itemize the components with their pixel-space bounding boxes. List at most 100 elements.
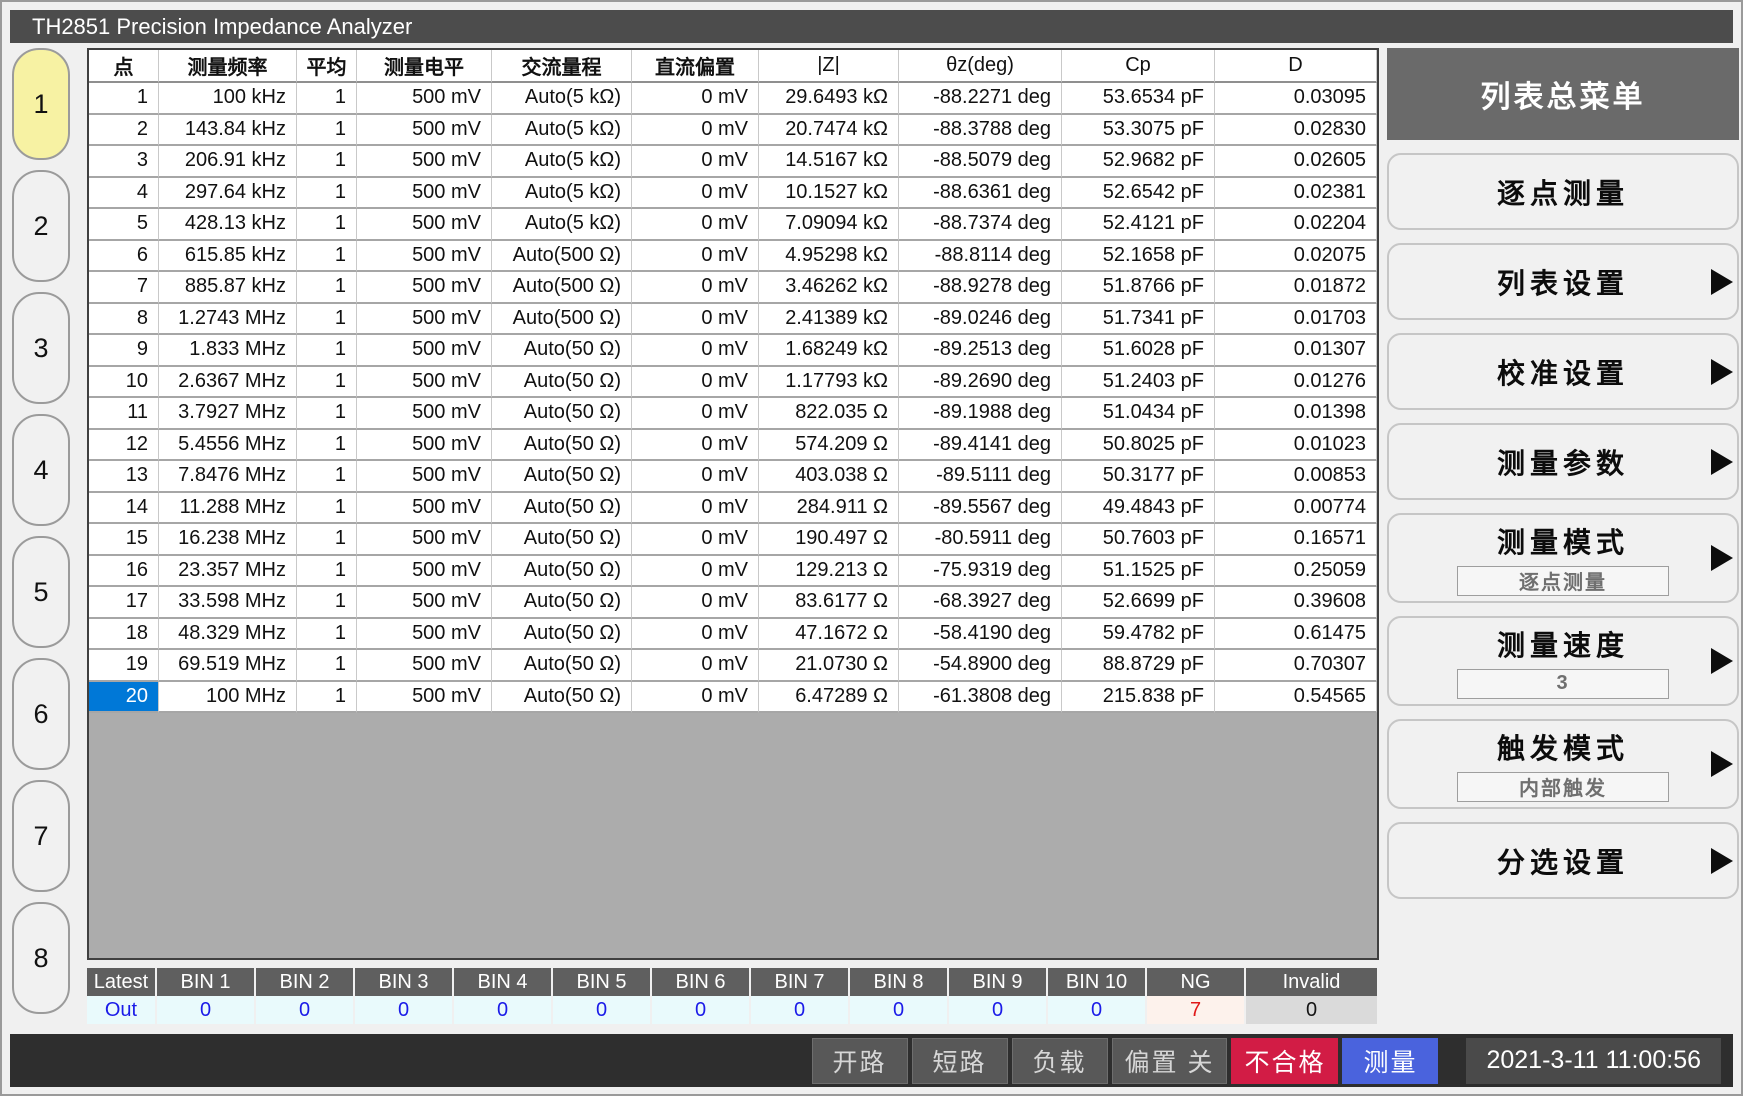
menu-item-calibration-setup[interactable]: 校准设置 [1387,333,1739,410]
menu-item-list-setup[interactable]: 列表设置 [1387,243,1739,320]
menu-item-measure-speed[interactable]: 测量速度3 [1387,616,1739,706]
submenu-arrow-icon [1711,848,1733,874]
menu-item-trigger-mode[interactable]: 触发模式内部触发 [1387,719,1739,809]
page-tab-6[interactable]: 6 [12,658,70,770]
table-row[interactable]: 2143.84 kHz1500 mVAuto(5 kΩ)0 mV20.7474 … [89,115,1377,147]
cell-cp: 53.6534 pF [1062,83,1215,115]
menu-item-label: 测量参数 [1497,442,1629,482]
column-header-dc-bias: 直流偏置 [632,50,759,83]
clock: 2021-3-11 11:00:56 [1466,1038,1721,1084]
title-bar: TH2851 Precision Impedance Analyzer [10,10,1733,43]
cell-z-magnitude: 6.47289 Ω [759,682,899,714]
menu-item-measure-mode[interactable]: 测量模式逐点测量 [1387,513,1739,603]
table-row[interactable]: 20100 MHz1500 mVAuto(50 Ω)0 mV6.47289 Ω-… [89,682,1377,714]
cell-point: 17 [89,587,159,619]
cell-frequency: 428.13 kHz [159,209,297,241]
cell-dc-bias: 0 mV [632,83,759,115]
open-circuit-button[interactable]: 开路 [812,1038,908,1084]
menu-item-sorting-setup[interactable]: 分选设置 [1387,822,1739,899]
table-row[interactable]: 102.6367 MHz1500 mVAuto(50 Ω)0 mV1.17793… [89,367,1377,399]
cell-average: 1 [297,146,357,178]
menu-item-label: 分选设置 [1497,841,1629,881]
cell-d: 0.54565 [1215,682,1377,714]
table-row[interactable]: 1516.238 MHz1500 mVAuto(50 Ω)0 mV190.497… [89,524,1377,556]
cell-z-magnitude: 20.7474 kΩ [759,115,899,147]
short-circuit-button[interactable]: 短路 [912,1038,1008,1084]
cell-d: 0.01703 [1215,304,1377,336]
table-row[interactable]: 6615.85 kHz1500 mVAuto(500 Ω)0 mV4.95298… [89,241,1377,273]
cell-average: 1 [297,524,357,556]
cell-frequency: 11.288 MHz [159,493,297,525]
table-row[interactable]: 1623.357 MHz1500 mVAuto(50 Ω)0 mV129.213… [89,556,1377,588]
cell-frequency: 1.2743 MHz [159,304,297,336]
table-row[interactable]: 1411.288 MHz1500 mVAuto(50 Ω)0 mV284.911… [89,493,1377,525]
cell-average: 1 [297,178,357,210]
table-row[interactable]: 1100 kHz1500 mVAuto(5 kΩ)0 mV29.6493 kΩ-… [89,83,1377,115]
cell-d: 0.01276 [1215,367,1377,399]
cell-dc-bias: 0 mV [632,650,759,682]
menu-item-label: 测量速度 [1497,624,1629,664]
column-header-ac-range: 交流量程 [492,50,632,83]
cell-average: 1 [297,398,357,430]
bias-button[interactable]: 偏置 关 [1112,1038,1228,1084]
cell-d: 0.02605 [1215,146,1377,178]
page-tab-4[interactable]: 4 [12,414,70,526]
bin-count-9: 0 [949,996,1048,1024]
cell-d: 0.16571 [1215,524,1377,556]
cell-dc-bias: 0 mV [632,209,759,241]
table-body: 1100 kHz1500 mVAuto(5 kΩ)0 mV29.6493 kΩ-… [89,83,1377,713]
bin-count-2: 0 [256,996,355,1024]
menu-item-measure-parameters[interactable]: 测量参数 [1387,423,1739,500]
bin-count-8: 0 [850,996,949,1024]
cell-point: 8 [89,304,159,336]
cell-average: 1 [297,430,357,462]
cell-level: 500 mV [357,83,492,115]
page-tab-7[interactable]: 7 [12,780,70,892]
cell-frequency: 615.85 kHz [159,241,297,273]
cell-point: 11 [89,398,159,430]
table-row[interactable]: 81.2743 MHz1500 mVAuto(500 Ω)0 mV2.41389… [89,304,1377,336]
menu-item-label: 逐点测量 [1497,172,1629,212]
table-row[interactable]: 5428.13 kHz1500 mVAuto(5 kΩ)0 mV7.09094 … [89,209,1377,241]
page-tab-8[interactable]: 8 [12,902,70,1014]
cell-d: 0.70307 [1215,650,1377,682]
cell-z-magnitude: 1.17793 kΩ [759,367,899,399]
cell-theta-z: -58.4190 deg [899,619,1062,651]
page-tab-3[interactable]: 3 [12,292,70,404]
cell-cp: 51.0434 pF [1062,398,1215,430]
cell-d: 0.00774 [1215,493,1377,525]
cell-ac-range: Auto(50 Ω) [492,682,632,714]
page-tab-5[interactable]: 5 [12,536,70,648]
cell-theta-z: -75.9319 deg [899,556,1062,588]
menu-item-value: 逐点测量 [1457,566,1669,596]
bin-count-3: 0 [355,996,454,1024]
table-row[interactable]: 113.7927 MHz1500 mVAuto(50 Ω)0 mV822.035… [89,398,1377,430]
cell-cp: 52.9682 pF [1062,146,1215,178]
cell-theta-z: -89.4141 deg [899,430,1062,462]
cell-level: 500 mV [357,461,492,493]
menu-title: 列表总菜单 [1387,48,1739,140]
table-row[interactable]: 7885.87 kHz1500 mVAuto(500 Ω)0 mV3.46262… [89,272,1377,304]
table-row[interactable]: 1969.519 MHz1500 mVAuto(50 Ω)0 mV21.0730… [89,650,1377,682]
table-row[interactable]: 1848.329 MHz1500 mVAuto(50 Ω)0 mV47.1672… [89,619,1377,651]
load-button[interactable]: 负载 [1012,1038,1108,1084]
bin-label-7: BIN 7 [751,968,850,996]
measure-status-button[interactable]: 测量 [1342,1038,1438,1084]
side-menu: 列表总菜单 逐点测量列表设置校准设置测量参数测量模式逐点测量测量速度3触发模式内… [1387,48,1739,899]
page-tab-2[interactable]: 2 [12,170,70,282]
column-header-average: 平均 [297,50,357,83]
menu-item-single-point-measure[interactable]: 逐点测量 [1387,153,1739,230]
page-tab-1[interactable]: 1 [12,48,70,160]
ng-status-button[interactable]: 不合格 [1231,1038,1338,1084]
table-row[interactable]: 3206.91 kHz1500 mVAuto(5 kΩ)0 mV14.5167 … [89,146,1377,178]
cell-ac-range: Auto(5 kΩ) [492,83,632,115]
cell-d: 0.02075 [1215,241,1377,273]
table-row[interactable]: 1733.598 MHz1500 mVAuto(50 Ω)0 mV83.6177… [89,587,1377,619]
bin-label-6: BIN 6 [652,968,751,996]
table-row[interactable]: 125.4556 MHz1500 mVAuto(50 Ω)0 mV574.209… [89,430,1377,462]
table-row[interactable]: 137.8476 MHz1500 mVAuto(50 Ω)0 mV403.038… [89,461,1377,493]
table-row[interactable]: 4297.64 kHz1500 mVAuto(5 kΩ)0 mV10.1527 … [89,178,1377,210]
cell-dc-bias: 0 mV [632,335,759,367]
table-row[interactable]: 91.833 MHz1500 mVAuto(50 Ω)0 mV1.68249 k… [89,335,1377,367]
cell-cp: 51.8766 pF [1062,272,1215,304]
